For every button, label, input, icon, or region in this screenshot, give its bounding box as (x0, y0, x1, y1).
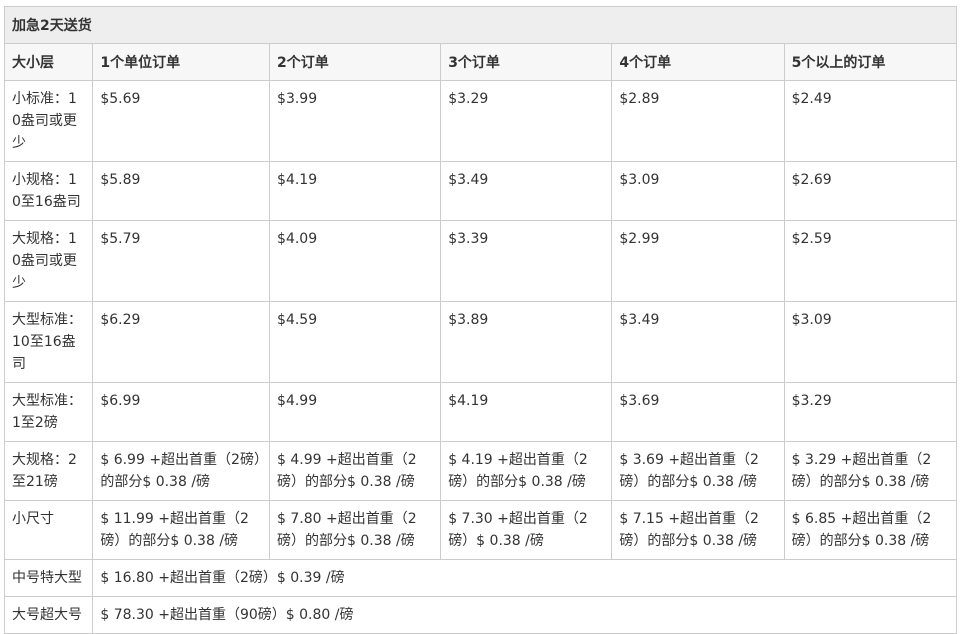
table-cell: $2.89 (611, 80, 785, 162)
table-cell: $3.29 (440, 80, 613, 162)
table-cell: $ 6.85 +超出首重（2磅）的部分$ 0.38 /磅 (783, 500, 958, 560)
header-5plus-units: 5个以上的订单 (783, 43, 958, 81)
header-3-units: 3个订单 (440, 43, 613, 81)
table-cell: $ 7.80 +超出首重（2磅）的部分$ 0.38 /磅 (269, 500, 442, 560)
table-row: 小标准：10盎司或更少 $5.69 $3.99 $3.29 $2.89 $2.4… (3, 80, 958, 162)
table-cell: $ 78.30 +超出首重（90磅）$ 0.80 /磅 (92, 596, 957, 634)
table-cell: $4.59 (269, 301, 442, 383)
table-cell: $3.99 (269, 80, 442, 162)
table-cell: $4.99 (269, 382, 442, 442)
table-cell: $3.49 (440, 161, 613, 221)
table-title: 加急2天送货 (4, 6, 957, 44)
table-cell: $ 3.69 +超出首重（2磅）的部分$ 0.38 /磅 (611, 441, 785, 501)
row-label: 小标准：10盎司或更少 (3, 80, 94, 162)
table-cell: $5.69 (92, 80, 271, 162)
table-row: 大号超大号 $ 78.30 +超出首重（90磅）$ 0.80 /磅 (3, 596, 957, 634)
table-row: 小尺寸 $ 11.99 +超出首重（2磅）的部分$ 0.38 /磅 $ 7.80… (3, 500, 958, 560)
table-cell: $3.49 (611, 301, 785, 383)
row-label: 小尺寸 (3, 500, 94, 560)
table-cell: $2.99 (611, 220, 785, 302)
row-label: 大规格：2至21磅 (3, 441, 94, 501)
table-cell: $5.89 (92, 161, 271, 221)
table-cell: $ 4.19 +超出首重（2磅）的部分$ 0.38 /磅 (440, 441, 613, 501)
table-cell: $6.29 (92, 301, 271, 383)
table-title-row: 加急2天送货 (4, 6, 957, 44)
table-row: 中号特大型 $ 16.80 +超出首重（2磅）$ 0.39 /磅 (3, 559, 957, 597)
table-cell: $2.49 (783, 80, 958, 162)
row-label: 中号特大型 (3, 559, 94, 597)
table-cell: $3.29 (783, 382, 958, 442)
table-cell: $ 6.99 +超出首重（2磅）的部分$ 0.38 /磅 (92, 441, 271, 501)
table-cell: $3.09 (611, 161, 785, 221)
table-cell: $2.69 (783, 161, 958, 221)
table-cell: $ 7.15 +超出首重（2磅）的部分$ 0.38 /磅 (611, 500, 785, 560)
header-4-units: 4个订单 (611, 43, 785, 81)
row-label: 大规格：10盎司或更少 (3, 220, 94, 302)
table-cell: $ 7.30 +超出首重（2磅）$ 0.38 /磅 (440, 500, 613, 560)
row-label: 大型标准：10至16盎司 (3, 301, 94, 383)
table-cell: $ 3.29 +超出首重（2磅）的部分$ 0.38 /磅 (783, 441, 958, 501)
header-1-unit: 1个单位订单 (92, 43, 271, 81)
table-cell: $ 4.99 +超出首重（2磅）的部分$ 0.38 /磅 (269, 441, 442, 501)
table-cell: $4.19 (269, 161, 442, 221)
table-cell: $ 11.99 +超出首重（2磅）的部分$ 0.38 /磅 (92, 500, 271, 560)
table-cell: $3.89 (440, 301, 613, 383)
table-cell: $4.19 (440, 382, 613, 442)
row-label: 大型标准：1至2磅 (3, 382, 94, 442)
row-label: 小规格：10至16盎司 (3, 161, 94, 221)
table-cell: $3.09 (783, 301, 958, 383)
table-cell: $5.79 (92, 220, 271, 302)
table-cell: $6.99 (92, 382, 271, 442)
header-size-tier: 大小层 (3, 43, 94, 81)
table-cell: $ 16.80 +超出首重（2磅）$ 0.39 /磅 (92, 559, 957, 597)
table-row: 大型标准：10至16盎司 $6.29 $4.59 $3.89 $3.49 $3.… (3, 301, 958, 383)
table-cell: $2.59 (783, 220, 958, 302)
table-row: 大规格：10盎司或更少 $5.79 $4.09 $3.39 $2.99 $2.5… (3, 220, 958, 302)
header-2-units: 2个订单 (269, 43, 442, 81)
table-row: 小规格：10至16盎司 $5.89 $4.19 $3.49 $3.09 $2.6… (3, 161, 958, 221)
table-cell: $4.09 (269, 220, 442, 302)
table-header-row: 大小层 1个单位订单 2个订单 3个订单 4个订单 5个以上的订单 (3, 43, 958, 81)
row-label: 大号超大号 (3, 596, 94, 634)
shipping-rate-table: 加急2天送货 大小层 1个单位订单 2个订单 3个订单 4个订单 5个以上的订单… (3, 6, 958, 634)
table-row: 大规格：2至21磅 $ 6.99 +超出首重（2磅）的部分$ 0.38 /磅 $… (3, 441, 958, 501)
table-row: 大型标准：1至2磅 $6.99 $4.99 $4.19 $3.69 $3.29 (3, 382, 958, 442)
table-cell: $3.39 (440, 220, 613, 302)
table-cell: $3.69 (611, 382, 785, 442)
